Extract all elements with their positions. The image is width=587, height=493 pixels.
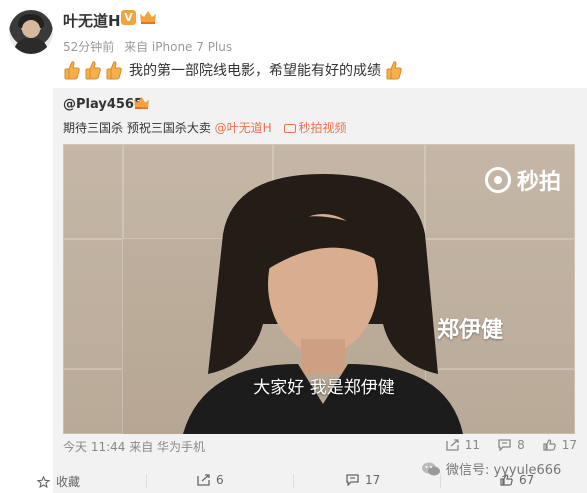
repost-like-button[interactable]: 17: [543, 438, 577, 452]
repost-like-count: 17: [561, 438, 577, 452]
video-subtitle: 大家好 我是郑伊健: [253, 378, 395, 398]
verified-badge-icon: V: [121, 10, 136, 25]
wechat-watermark: 微信号: yyyule666: [421, 459, 561, 478]
favorite-button[interactable]: 收藏: [37, 473, 80, 490]
video-icon: [283, 124, 296, 133]
weibo-post: 叶无道H V 52分钟前 来自 iPhone 7 Plus 我的第一部院线电影，…: [0, 0, 587, 493]
vip-crown-icon: [140, 11, 156, 24]
username[interactable]: 叶无道H: [63, 10, 121, 31]
comment-count: 17: [365, 473, 381, 487]
repost-icon: [197, 474, 210, 486]
thumbs-up-icon: [386, 61, 402, 80]
repost-footer: 今天 11:44 来自 华为手机 11 8 17: [63, 438, 577, 458]
post-content: 我的第一部院线电影，希望能有好的成绩: [63, 58, 406, 82]
video-link[interactable]: 秒拍视频: [283, 121, 347, 135]
comment-button[interactable]: 17: [346, 473, 380, 487]
post-source[interactable]: 来自 iPhone 7 Plus: [124, 40, 232, 54]
repost-actions: 11 8 17: [428, 438, 577, 452]
post-time: 52分钟前: [63, 40, 115, 54]
miaopai-watermark-label: 秒拍: [516, 170, 561, 195]
repost-text-body: 期待三国杀 预祝三国杀大卖: [63, 121, 211, 135]
thumbs-up-icon: [106, 61, 122, 80]
repost-text: 期待三国杀 预祝三国杀大卖 @叶无道H 秒拍视频: [63, 119, 347, 136]
repost-comment-button[interactable]: 8: [498, 438, 525, 452]
comment-icon: [498, 439, 511, 451]
vip-crown-icon: [134, 96, 149, 110]
wechat-icon: [422, 462, 440, 475]
avatar[interactable]: [9, 10, 53, 54]
miaopai-watermark: 秒拍: [484, 164, 561, 196]
comment-icon: [346, 474, 359, 486]
video-player[interactable]: 秒拍 郑伊健 大家好 我是郑伊健: [63, 144, 575, 434]
like-icon: [543, 439, 556, 451]
repost-box: @Play4565 期待三国杀 预祝三国杀大卖 @叶无道H 秒拍视频 秒拍 郑伊…: [53, 88, 587, 493]
wechat-watermark-text: 微信号: yyyule666: [446, 463, 562, 478]
mention-link[interactable]: @叶无道H: [215, 121, 272, 135]
repost-comment-count: 8: [517, 438, 525, 452]
favorite-label: 收藏: [56, 475, 81, 489]
post-text: 我的第一部院线电影，希望能有好的成绩: [129, 63, 381, 79]
repost-icon: [446, 439, 459, 451]
repost-repost-button[interactable]: 11: [446, 438, 480, 452]
repost-time: 今天 11:44 来自 华为手机: [63, 440, 206, 454]
star-icon: [37, 475, 50, 488]
repost-username[interactable]: @Play4565: [63, 97, 143, 112]
repost-count: 6: [216, 473, 224, 487]
video-link-label: 秒拍视频: [298, 121, 347, 135]
repost-repost-count: 11: [464, 438, 481, 452]
miaopai-logo-icon: [484, 167, 511, 193]
repost-button[interactable]: 6: [197, 473, 224, 487]
post-meta: 52分钟前 来自 iPhone 7 Plus: [63, 38, 238, 55]
thumbs-up-icon: [85, 61, 101, 80]
video-name-caption: 郑伊健: [437, 318, 504, 343]
thumbs-up-icon: [64, 61, 80, 80]
